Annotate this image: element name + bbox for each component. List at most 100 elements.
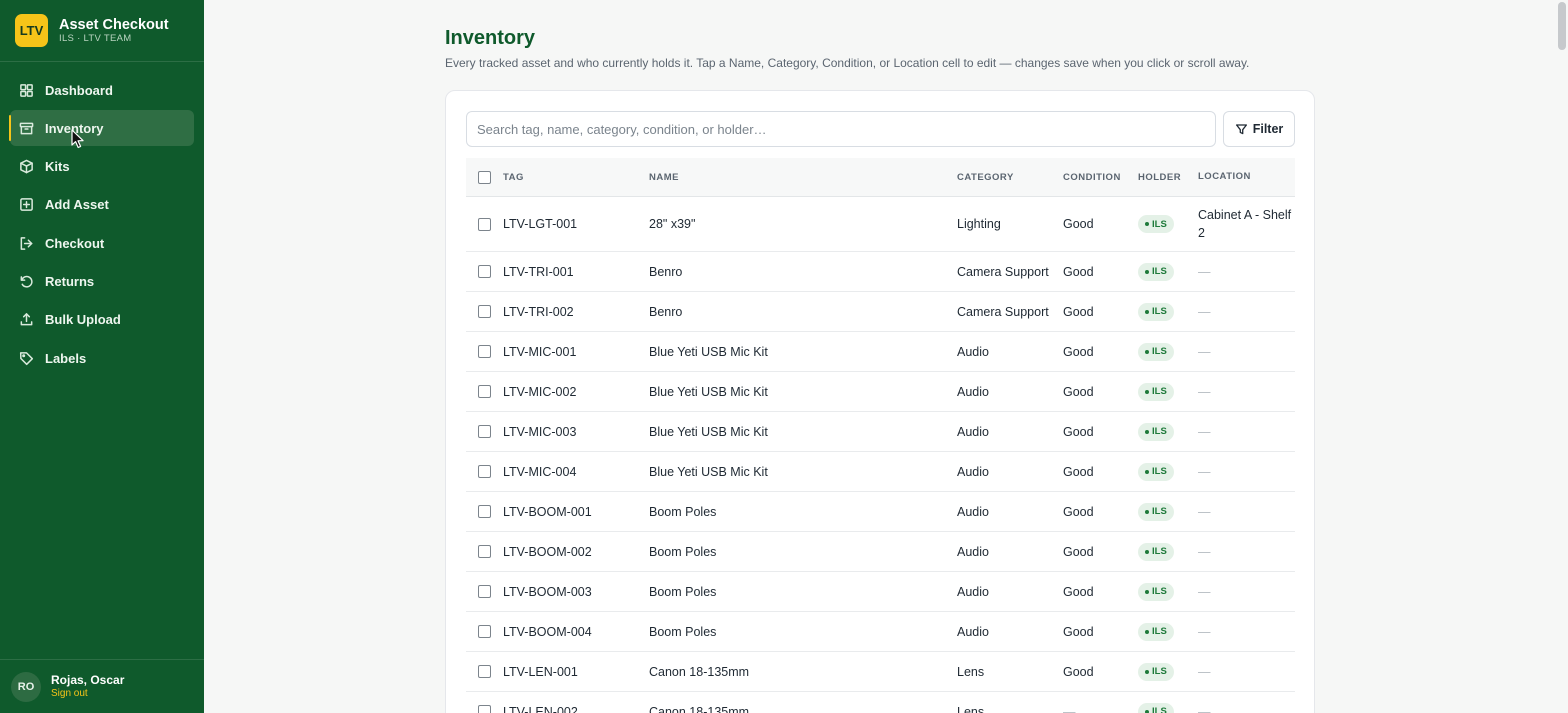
row-checkbox[interactable] bbox=[478, 385, 491, 398]
column-header-holder[interactable]: HOLDER bbox=[1138, 172, 1198, 183]
sidebar-item-dashboard[interactable]: Dashboard bbox=[10, 72, 194, 108]
search-input[interactable] bbox=[466, 111, 1216, 147]
cell-name[interactable]: Blue Yeti USB Mic Kit bbox=[649, 385, 957, 399]
row-checkbox[interactable] bbox=[478, 665, 491, 678]
row-checkbox[interactable] bbox=[478, 505, 491, 518]
row-checkbox[interactable] bbox=[478, 217, 491, 231]
column-header-category[interactable]: CATEGORY bbox=[957, 172, 1063, 183]
sidebar-item-kits[interactable]: Kits bbox=[10, 149, 194, 185]
archive-box-icon bbox=[19, 121, 34, 136]
holder-label: ILS bbox=[1152, 306, 1167, 317]
cell-name[interactable]: Canon 18-135mm bbox=[649, 665, 957, 679]
cell-category[interactable]: Camera Support bbox=[957, 305, 1063, 319]
column-header-condition[interactable]: CONDITION bbox=[1063, 172, 1138, 183]
cell-location[interactable]: — bbox=[1198, 663, 1295, 681]
cell-category[interactable]: Audio bbox=[957, 385, 1063, 399]
cell-condition[interactable]: Good bbox=[1063, 625, 1138, 639]
cell-location[interactable]: — bbox=[1198, 503, 1295, 521]
status-dot-icon bbox=[1145, 589, 1149, 594]
cell-name[interactable]: Boom Poles bbox=[649, 585, 957, 599]
cell-condition[interactable]: Good bbox=[1063, 217, 1138, 231]
cell-category[interactable]: Audio bbox=[957, 345, 1063, 359]
cell-condition[interactable]: Good bbox=[1063, 385, 1138, 399]
cell-condition[interactable]: Good bbox=[1063, 585, 1138, 599]
page-scrollbar[interactable] bbox=[1558, 2, 1566, 50]
cell-name[interactable]: Benro bbox=[649, 305, 957, 319]
cell-location[interactable]: — bbox=[1198, 463, 1295, 481]
column-header-tag[interactable]: TAG bbox=[503, 172, 649, 183]
table-row: LTV-MIC-004 Blue Yeti USB Mic Kit Audio Goo… bbox=[466, 452, 1295, 492]
holder-badge: ILS bbox=[1138, 302, 1174, 321]
cell-category[interactable]: Lens bbox=[957, 665, 1063, 679]
cell-name[interactable]: Canon 18-135mm bbox=[649, 705, 957, 713]
holder-badge: ILS bbox=[1138, 462, 1174, 481]
cell-location[interactable]: — bbox=[1198, 583, 1295, 601]
cell-location[interactable]: — bbox=[1198, 423, 1295, 441]
cell-location[interactable]: — bbox=[1198, 543, 1295, 561]
row-checkbox[interactable] bbox=[478, 705, 491, 713]
cell-location[interactable]: Cabinet A - Shelf 2 bbox=[1198, 206, 1295, 242]
cell-condition[interactable]: Good bbox=[1063, 465, 1138, 479]
cell-location[interactable]: — bbox=[1198, 383, 1295, 401]
sidebar-item-checkout[interactable]: Checkout bbox=[10, 225, 194, 261]
column-header-location[interactable]: LOCATION bbox=[1198, 168, 1295, 186]
cell-category[interactable]: Lighting bbox=[957, 217, 1063, 231]
filter-button[interactable]: Filter bbox=[1223, 111, 1295, 147]
cell-condition[interactable]: Good bbox=[1063, 425, 1138, 439]
cell-name[interactable]: Blue Yeti USB Mic Kit bbox=[649, 425, 957, 439]
cell-name[interactable]: Boom Poles bbox=[649, 545, 957, 559]
cell-name[interactable]: 28" x39" bbox=[649, 217, 957, 231]
cell-category[interactable]: Lens bbox=[957, 705, 1063, 713]
cell-tag: LTV-BOOM-002 bbox=[503, 544, 592, 559]
cell-condition[interactable]: Good bbox=[1063, 505, 1138, 519]
cell-category[interactable]: Audio bbox=[957, 545, 1063, 559]
sidebar-item-label: Labels bbox=[45, 350, 87, 366]
select-all-checkbox[interactable] bbox=[478, 170, 491, 184]
sidebar-item-add-asset[interactable]: Add Asset bbox=[10, 187, 194, 223]
row-checkbox[interactable] bbox=[478, 545, 491, 558]
cell-location[interactable]: — bbox=[1198, 703, 1295, 713]
cell-category[interactable]: Audio bbox=[957, 585, 1063, 599]
row-checkbox[interactable] bbox=[478, 265, 491, 278]
sign-out-link[interactable]: Sign out bbox=[51, 687, 124, 700]
column-header-name[interactable]: NAME bbox=[649, 172, 957, 183]
sidebar-item-returns[interactable]: Returns bbox=[10, 263, 194, 299]
row-checkbox[interactable] bbox=[478, 425, 491, 438]
status-dot-icon bbox=[1145, 549, 1149, 554]
cell-name[interactable]: Boom Poles bbox=[649, 625, 957, 639]
holder-label: ILS bbox=[1152, 506, 1167, 517]
dashboard-icon bbox=[19, 83, 34, 98]
row-checkbox[interactable] bbox=[478, 345, 491, 358]
cell-condition[interactable]: Good bbox=[1063, 345, 1138, 359]
sidebar-item-bulk-upload[interactable]: Bulk Upload bbox=[10, 302, 194, 338]
cell-category[interactable]: Camera Support bbox=[957, 265, 1063, 279]
row-checkbox[interactable] bbox=[478, 585, 491, 598]
cell-name[interactable]: Benro bbox=[649, 265, 957, 279]
sidebar-item-inventory[interactable]: Inventory bbox=[9, 110, 194, 147]
sidebar-item-labels[interactable]: Labels bbox=[10, 340, 194, 376]
cell-category[interactable]: Audio bbox=[957, 425, 1063, 439]
user-panel: RO Rojas, Oscar Sign out bbox=[0, 659, 204, 713]
cell-condition[interactable]: Good bbox=[1063, 665, 1138, 679]
row-checkbox[interactable] bbox=[478, 465, 491, 478]
inventory-card: Filter TAG NAME CATEGORY CONDITION HOLDE… bbox=[445, 90, 1315, 713]
cell-name[interactable]: Boom Poles bbox=[649, 505, 957, 519]
sidebar-item-label: Dashboard bbox=[45, 82, 113, 98]
cell-location[interactable]: — bbox=[1198, 263, 1295, 281]
cell-category[interactable]: Audio bbox=[957, 465, 1063, 479]
row-checkbox[interactable] bbox=[478, 625, 491, 638]
cell-condition[interactable]: Good bbox=[1063, 265, 1138, 279]
cell-location[interactable]: — bbox=[1198, 343, 1295, 361]
cell-category[interactable]: Audio bbox=[957, 505, 1063, 519]
cell-condition[interactable]: — bbox=[1063, 705, 1138, 713]
row-checkbox[interactable] bbox=[478, 305, 491, 318]
cell-location[interactable]: — bbox=[1198, 623, 1295, 641]
cell-category[interactable]: Audio bbox=[957, 625, 1063, 639]
sidebar-item-label: Bulk Upload bbox=[45, 312, 121, 328]
cell-name[interactable]: Blue Yeti USB Mic Kit bbox=[649, 345, 957, 359]
table-row: LTV-MIC-002 Blue Yeti USB Mic Kit Audio Goo… bbox=[466, 372, 1295, 412]
cell-location[interactable]: — bbox=[1198, 303, 1295, 321]
cell-name[interactable]: Blue Yeti USB Mic Kit bbox=[649, 465, 957, 479]
cell-condition[interactable]: Good bbox=[1063, 545, 1138, 559]
cell-condition[interactable]: Good bbox=[1063, 305, 1138, 319]
